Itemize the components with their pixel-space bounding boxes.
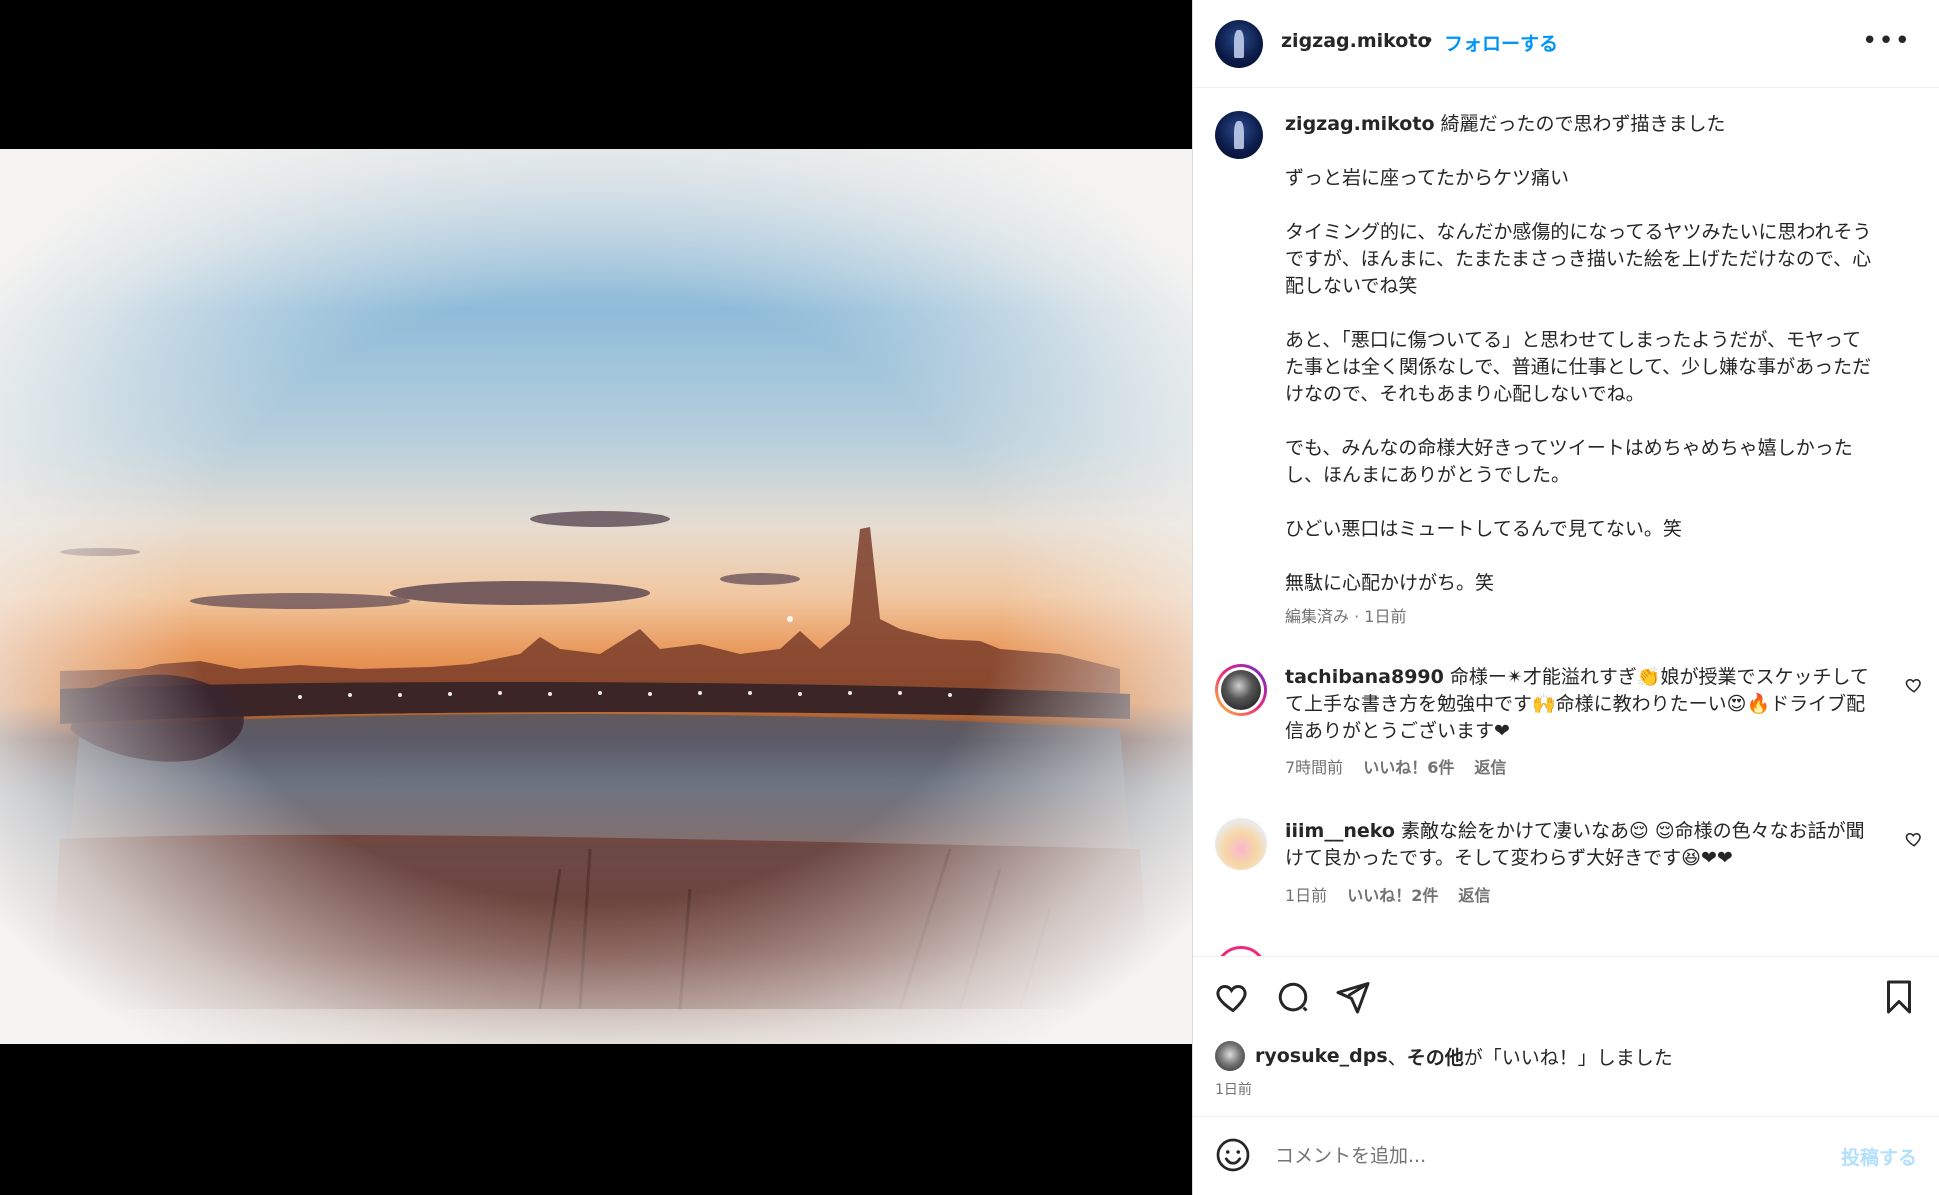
commenter-avatar[interactable] (1215, 664, 1267, 716)
comment-time[interactable]: 1日前 (1285, 882, 1327, 906)
header-separator: • (1423, 30, 1435, 52)
follow-button[interactable]: フォローする (1444, 29, 1558, 56)
post-comment-button[interactable]: 投稿する (1841, 1143, 1917, 1170)
likes-others-link[interactable]: その他 (1407, 1043, 1464, 1070)
next-commenter-avatar[interactable] (1215, 946, 1267, 956)
comment-meta: 1日前 いいね！2件 返信 (1285, 882, 1490, 906)
comment-like-heart-icon[interactable] (1905, 830, 1923, 848)
comment-text: tachibana8990 命様ー✴︎才能溢れすぎ👏娘が授業でスケッチしてて上手… (1285, 664, 1875, 745)
post-header: zigzag.mikoto • フォローする ••• (1193, 0, 1939, 88)
post-media (0, 0, 1192, 1195)
comment-input[interactable] (1273, 1137, 1797, 1175)
comment-likes[interactable]: いいね！2件 (1347, 882, 1438, 906)
post-date[interactable]: 1日前 (1215, 1079, 1252, 1099)
comment-like-heart-icon[interactable] (1905, 676, 1923, 694)
post-side-panel: zigzag.mikoto • フォローする ••• zigzag.mikoto… (1192, 0, 1939, 1195)
likes-summary: ryosuke_dps 、 その他 が「いいね！」しました (1215, 1041, 1673, 1071)
instagram-post-view: zigzag.mikoto • フォローする ••• zigzag.mikoto… (0, 0, 1939, 1195)
add-comment-bar: 投稿する (1193, 1116, 1939, 1195)
author-avatar[interactable] (1215, 20, 1263, 68)
comment-meta: 7時間前 いいね！6件 返信 (1285, 754, 1506, 778)
commenter-avatar[interactable] (1215, 818, 1267, 870)
caption-body: zigzag.mikoto 綺麗だったので思わず描きました ずっと岩に座ってたか… (1285, 111, 1875, 630)
commenter-username[interactable]: tachibana8990 (1285, 666, 1444, 688)
comment-likes[interactable]: いいね！6件 (1363, 754, 1454, 778)
post-image-painting[interactable] (0, 149, 1192, 1044)
comment-text: iiim__neko 素敵な絵をかけて凄いなあ😌 😌命様の色々なお話が聞けて良か… (1285, 818, 1875, 872)
comment-time[interactable]: 7時間前 (1285, 754, 1343, 778)
author-username[interactable]: zigzag.mikoto (1281, 30, 1431, 52)
heart-icon[interactable] (1215, 979, 1251, 1015)
share-icon[interactable] (1335, 979, 1371, 1015)
reply-button[interactable]: 返信 (1474, 754, 1506, 778)
comment-icon[interactable] (1275, 979, 1311, 1015)
painting-artwork (0, 149, 1192, 1044)
liker-username[interactable]: ryosuke_dps (1255, 1045, 1388, 1067)
more-options-icon[interactable]: ••• (1862, 26, 1911, 56)
comments-scroll-area[interactable]: zigzag.mikoto 綺麗だったので思わず描きました ずっと岩に座ってたか… (1193, 88, 1939, 956)
emoji-icon[interactable] (1215, 1137, 1251, 1173)
liker-avatar[interactable] (1215, 1041, 1245, 1071)
caption-username[interactable]: zigzag.mikoto (1285, 113, 1435, 135)
post-actions: ryosuke_dps 、 その他 が「いいね！」しました 1日前 (1193, 956, 1939, 1116)
caption-avatar[interactable] (1215, 111, 1263, 159)
likes-suffix: が「いいね！」しました (1463, 1046, 1673, 1069)
caption-text: 綺麗だったので思わず描きました ずっと岩に座ってたからケツ痛い タイミング的に、… (1285, 113, 1872, 594)
likes-separator: 、 (1387, 1046, 1407, 1069)
caption-meta: 編集済み · 1日前 (1285, 607, 1407, 626)
reply-button[interactable]: 返信 (1458, 882, 1490, 906)
bookmark-icon[interactable] (1881, 979, 1917, 1015)
commenter-username[interactable]: iiim__neko (1285, 820, 1395, 842)
